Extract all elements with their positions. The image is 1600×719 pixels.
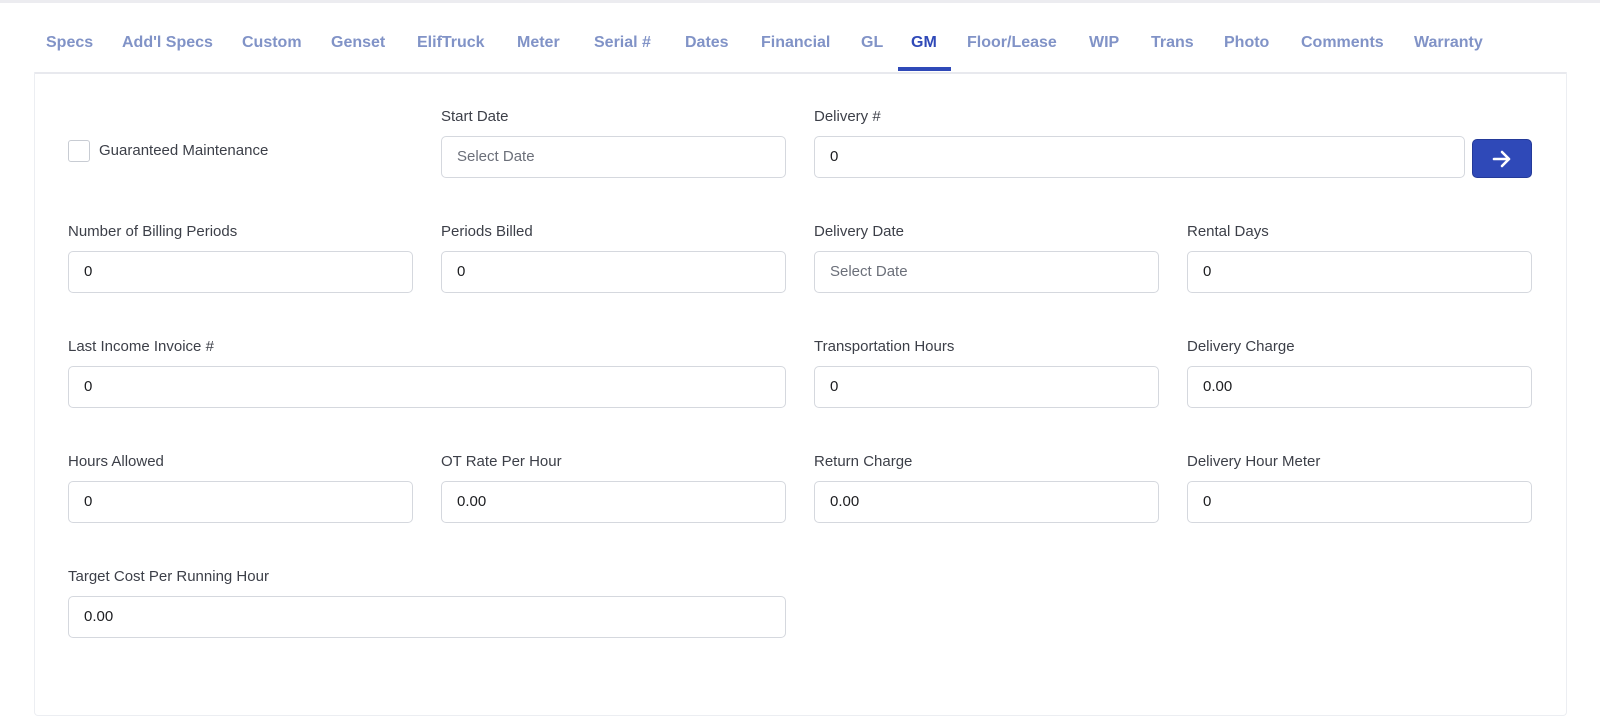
tab-floor-lease[interactable]: Floor/Lease [967, 30, 1057, 70]
tab-eliftruck[interactable]: ElifTruck [417, 30, 485, 70]
tab-comments[interactable]: Comments [1301, 30, 1384, 70]
last-income-invoice-label: Last Income Invoice # [68, 338, 214, 355]
tab-meter[interactable]: Meter [517, 30, 560, 70]
start-date-label: Start Date [441, 108, 509, 125]
delivery-hour-meter-label: Delivery Hour Meter [1187, 453, 1321, 470]
transportation-hours-label: Transportation Hours [814, 338, 955, 355]
active-tab-indicator [898, 67, 951, 71]
tab-photo[interactable]: Photo [1224, 30, 1269, 70]
guaranteed-maintenance-checkbox[interactable] [68, 140, 90, 162]
tab-trans[interactable]: Trans [1151, 30, 1194, 70]
periods-billed-label: Periods Billed [441, 223, 533, 240]
hours-allowed-field[interactable]: 0 [68, 481, 413, 523]
transportation-hours-field[interactable]: 0 [814, 366, 1159, 408]
tab-gm[interactable]: GM [911, 30, 937, 70]
target-cost-per-running-hour-label: Target Cost Per Running Hour [68, 568, 269, 585]
tab-wip[interactable]: WIP [1089, 30, 1119, 70]
delivery-number-label: Delivery # [814, 108, 881, 125]
tab-bar: Specs Add'l Specs Custom Genset ElifTruc… [34, 0, 1566, 74]
rental-days-label: Rental Days [1187, 223, 1269, 240]
tab-gl[interactable]: GL [861, 30, 883, 70]
return-charge-label: Return Charge [814, 453, 913, 470]
delivery-date-label: Delivery Date [814, 223, 905, 240]
number-of-billing-periods-field[interactable]: 0 [68, 251, 413, 293]
tab-serial[interactable]: Serial # [594, 30, 651, 70]
tab-addl-specs[interactable]: Add'l Specs [122, 30, 213, 70]
delivery-charge-field[interactable]: 0.00 [1187, 366, 1532, 408]
start-date-field[interactable]: Select Date [441, 136, 786, 178]
rental-days-field[interactable]: 0 [1187, 251, 1532, 293]
delivery-number-field[interactable]: 0 [814, 136, 1465, 178]
tab-specs[interactable]: Specs [46, 30, 93, 70]
delivery-hour-meter-field[interactable]: 0 [1187, 481, 1532, 523]
number-of-billing-periods-label: Number of Billing Periods [68, 223, 238, 240]
tab-financial[interactable]: Financial [761, 30, 830, 70]
guaranteed-maintenance-label: Guaranteed Maintenance [99, 142, 269, 159]
ot-rate-per-hour-field[interactable]: 0.00 [441, 481, 786, 523]
tab-dates[interactable]: Dates [685, 30, 729, 70]
return-charge-field[interactable]: 0.00 [814, 481, 1159, 523]
target-cost-per-running-hour-field[interactable]: 0.00 [68, 596, 786, 638]
tab-warranty[interactable]: Warranty [1414, 30, 1483, 70]
last-income-invoice-field[interactable]: 0 [68, 366, 786, 408]
ot-rate-per-hour-label: OT Rate Per Hour [441, 453, 562, 470]
tab-custom[interactable]: Custom [242, 30, 302, 70]
periods-billed-field[interactable]: 0 [441, 251, 786, 293]
tab-genset[interactable]: Genset [331, 30, 385, 70]
hours-allowed-label: Hours Allowed [68, 453, 164, 470]
delivery-charge-label: Delivery Charge [1187, 338, 1295, 355]
delivery-date-field[interactable]: Select Date [814, 251, 1159, 293]
delivery-go-button[interactable] [1472, 139, 1532, 178]
arrow-right-icon [1492, 150, 1511, 167]
